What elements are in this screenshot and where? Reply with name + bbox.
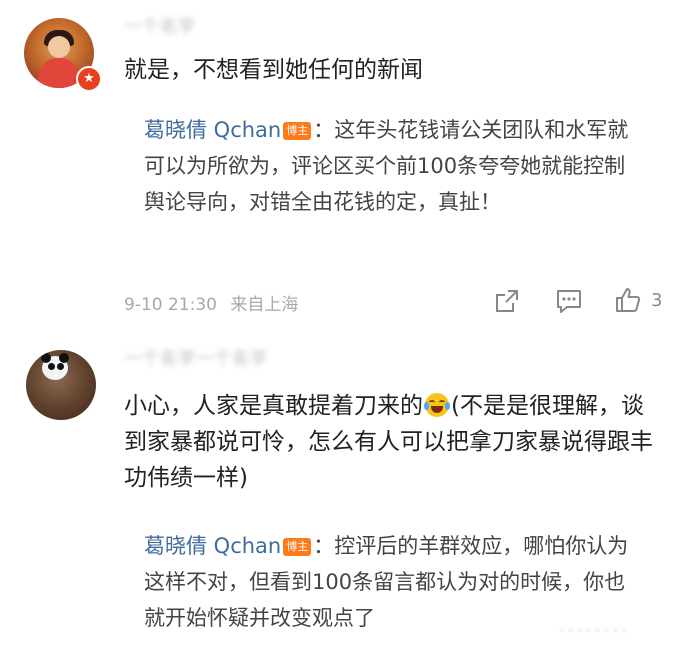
comment-icon: [557, 290, 581, 313]
comment-username[interactable]: 一个名字一个名字: [124, 344, 268, 369]
comment-text-part-1: 小心，人家是真敢提着刀来的: [124, 393, 423, 419]
reply-author-name[interactable]: 葛晓倩 Qchan: [144, 118, 281, 142]
comment-time: 9-10 21:30: [124, 295, 217, 315]
like-count: 3: [651, 290, 663, 311]
comment-location: 来自上海: [230, 295, 299, 315]
like-button[interactable]: [614, 286, 642, 314]
thumbs-up-icon: [616, 288, 641, 312]
comment-text: 就是，不想看到她任何的新闻: [124, 57, 423, 83]
comment-text: 小心，人家是真敢提着刀来的 (不是是很理解，谈到家暴都说可怜，怎么有人可以把拿刀家…: [124, 388, 664, 496]
avatar[interactable]: [26, 350, 96, 420]
author-tag-badge: 博主: [283, 122, 312, 140]
comment-button[interactable]: [555, 288, 583, 314]
reply-block[interactable]: 葛晓倩 Qchan 博主 ：这年头花钱请公关团队和水军就可以为所欲为，评论区买个前1…: [144, 112, 644, 220]
share-icon: [496, 290, 518, 312]
comment-username[interactable]: 一个名字: [124, 12, 196, 37]
author-tag-badge: 博主: [283, 538, 312, 556]
share-button[interactable]: [494, 288, 520, 314]
verified-badge-icon: ★: [76, 66, 102, 92]
watermark: · · · · · · · ·: [520, 616, 666, 646]
comment-meta: 9-10 21:30 来自上海: [124, 290, 298, 315]
reply-author-name[interactable]: 葛晓倩 Qchan: [144, 534, 281, 558]
laugh-cry-emoji-icon: [424, 393, 450, 417]
